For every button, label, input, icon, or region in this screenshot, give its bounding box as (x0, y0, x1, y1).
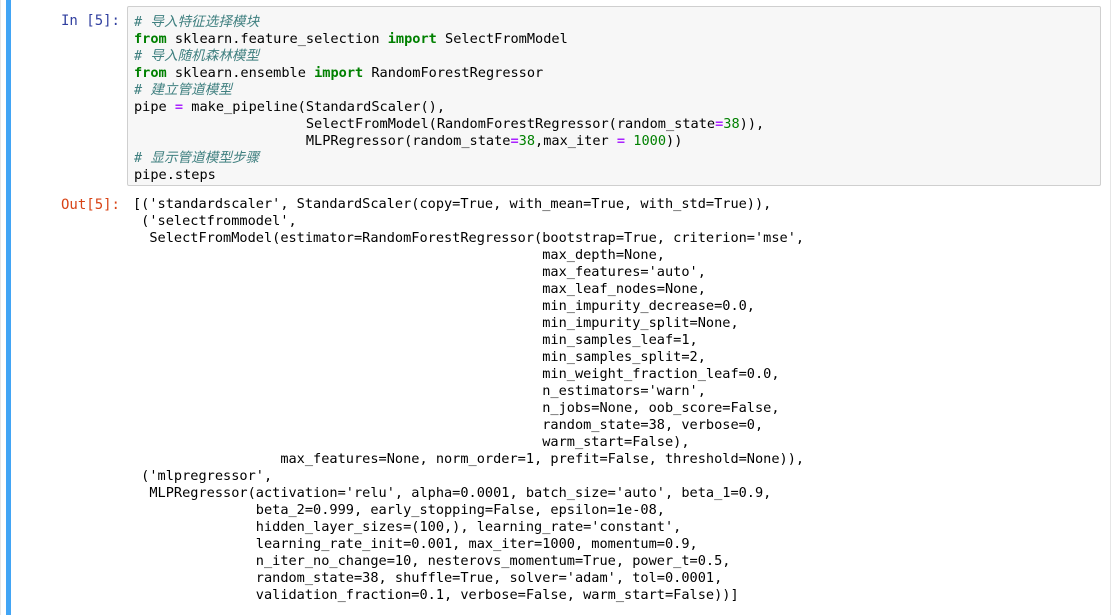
code-text: make_pipeline(StandardScaler(), (183, 99, 446, 115)
input-prompt: In [5]: (60, 13, 120, 29)
number-literal: 38 (723, 116, 740, 132)
operator: = (616, 133, 626, 149)
keyword-from: from (134, 31, 167, 47)
code-cell[interactable]: In [5]: # 导入特征选择模块 from sklearn.feature_… (12, 2, 1105, 610)
keyword-from: from (134, 65, 167, 81)
operator: = (174, 99, 184, 115)
number-literal: 1000 (633, 133, 667, 149)
module-name: sklearn.feature_selection (166, 31, 388, 47)
operator: = (510, 133, 519, 149)
number-literal: 38 (518, 133, 536, 149)
code-text: pipe (134, 99, 175, 115)
code-text: MLPRegressor(random_state (134, 133, 511, 149)
cell-output-area: [('standardscaler', StandardScaler(copy=… (133, 196, 1093, 604)
code-comment: # 导入特征选择模块 (134, 14, 260, 30)
imported-name: SelectFromModel (436, 31, 568, 47)
imported-name: RandomForestRegressor (363, 65, 544, 81)
code-text: )), (739, 116, 765, 132)
output-text: [('standardscaler', StandardScaler(copy=… (133, 196, 805, 603)
code-comment: # 导入随机森林模型 (134, 48, 260, 64)
keyword-import: import (387, 31, 437, 47)
code-comment: # 显示管道模型步骤 (134, 150, 260, 166)
code-input-area[interactable]: # 导入特征选择模块 from sklearn.feature_selectio… (127, 6, 1101, 186)
left-border (0, 0, 1, 615)
selected-cell-indicator (6, 0, 11, 615)
code-text: pipe.steps (134, 167, 216, 183)
code-text: ,max_iter (535, 133, 617, 149)
code-comment: # 建立管道模型 (134, 82, 232, 98)
code-text: )) (666, 133, 683, 149)
notebook-page: In [5]: # 导入特征选择模块 from sklearn.feature_… (0, 0, 1111, 615)
module-name: sklearn.ensemble (166, 65, 315, 81)
code-editor[interactable]: # 导入特征选择模块 from sklearn.feature_selectio… (134, 14, 764, 184)
output-prompt: Out[5]: (60, 197, 120, 213)
code-text: SelectFromModel(RandomForestRegressor(ra… (134, 116, 716, 132)
keyword-import: import (314, 65, 364, 81)
